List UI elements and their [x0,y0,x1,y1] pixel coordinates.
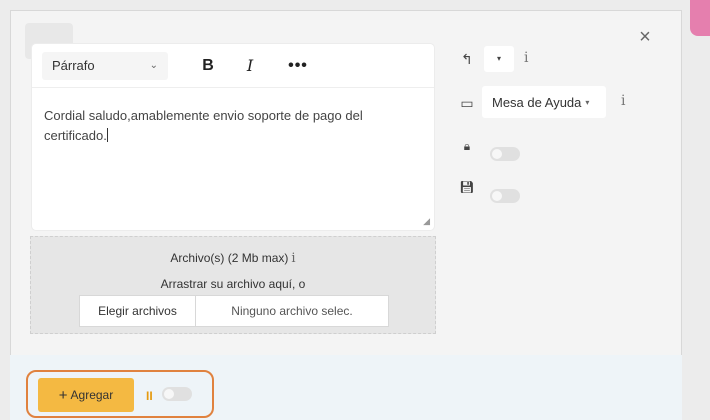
save-icon: 💾︎ [459,180,475,194]
more-options-button[interactable]: ••• [288,54,308,78]
private-toggle[interactable] [490,147,520,161]
rich-text-editor[interactable]: Párrafo ⌄ B I ••• Cordial saludo,amablem… [32,44,434,230]
editor-text: Cordial saludo,amablemente envio soporte… [44,108,363,143]
text-caret [106,128,108,142]
department-value: Mesa de Ayuda [492,94,582,110]
resize-handle-icon[interactable]: ◢ [423,216,430,227]
file-input[interactable]: Elegir archivos Ninguno archivo selec. [79,295,389,327]
editor-toolbar: Párrafo ⌄ B I ••• [32,44,434,88]
info-icon[interactable]: i [291,251,295,266]
choose-files-button[interactable]: Elegir archivos [80,296,196,326]
pause-icon: II [146,389,153,403]
plus-icon: + [58,386,68,404]
file-status-text: Ninguno archivo selec. [231,304,353,318]
upload-drag-text: Arrastrar su archivo aquí, o [160,277,306,291]
save-toggle[interactable] [490,189,520,203]
editor-content[interactable]: Cordial saludo,amablemente envio soporte… [32,88,434,146]
lock-icon: 🔒︎ [463,139,471,153]
footer-toggle[interactable] [162,387,192,401]
file-upload-dropzone[interactable]: Archivo(s) (2 Mb max) i Arrastrar su arch… [30,236,436,334]
department-select[interactable]: Mesa de Ayuda ▾ [482,86,606,118]
info-icon[interactable]: i [621,93,625,109]
inbox-icon: ▭ [460,95,474,111]
italic-button[interactable]: I [240,54,260,78]
close-icon[interactable]: × [633,25,657,49]
add-button[interactable]: + Agregar [38,378,134,412]
reply-type-select[interactable]: ▾ [484,46,514,72]
upload-title: Archivo(s) (2 Mb max) i [31,251,435,266]
add-button-label: Agregar [70,388,114,402]
info-icon[interactable]: i [524,50,528,66]
bold-button[interactable]: B [198,54,218,78]
pink-side-tab[interactable] [690,0,710,36]
upload-title-text: Archivo(s) (2 Mb max) [170,251,289,265]
reply-icon: ↰ [461,51,473,67]
paragraph-format-label: Párrafo [52,58,95,73]
chevron-down-icon: ⌄ [149,60,158,71]
chevron-down-icon: ▾ [585,97,590,107]
paragraph-format-select[interactable]: Párrafo ⌄ [42,51,168,80]
